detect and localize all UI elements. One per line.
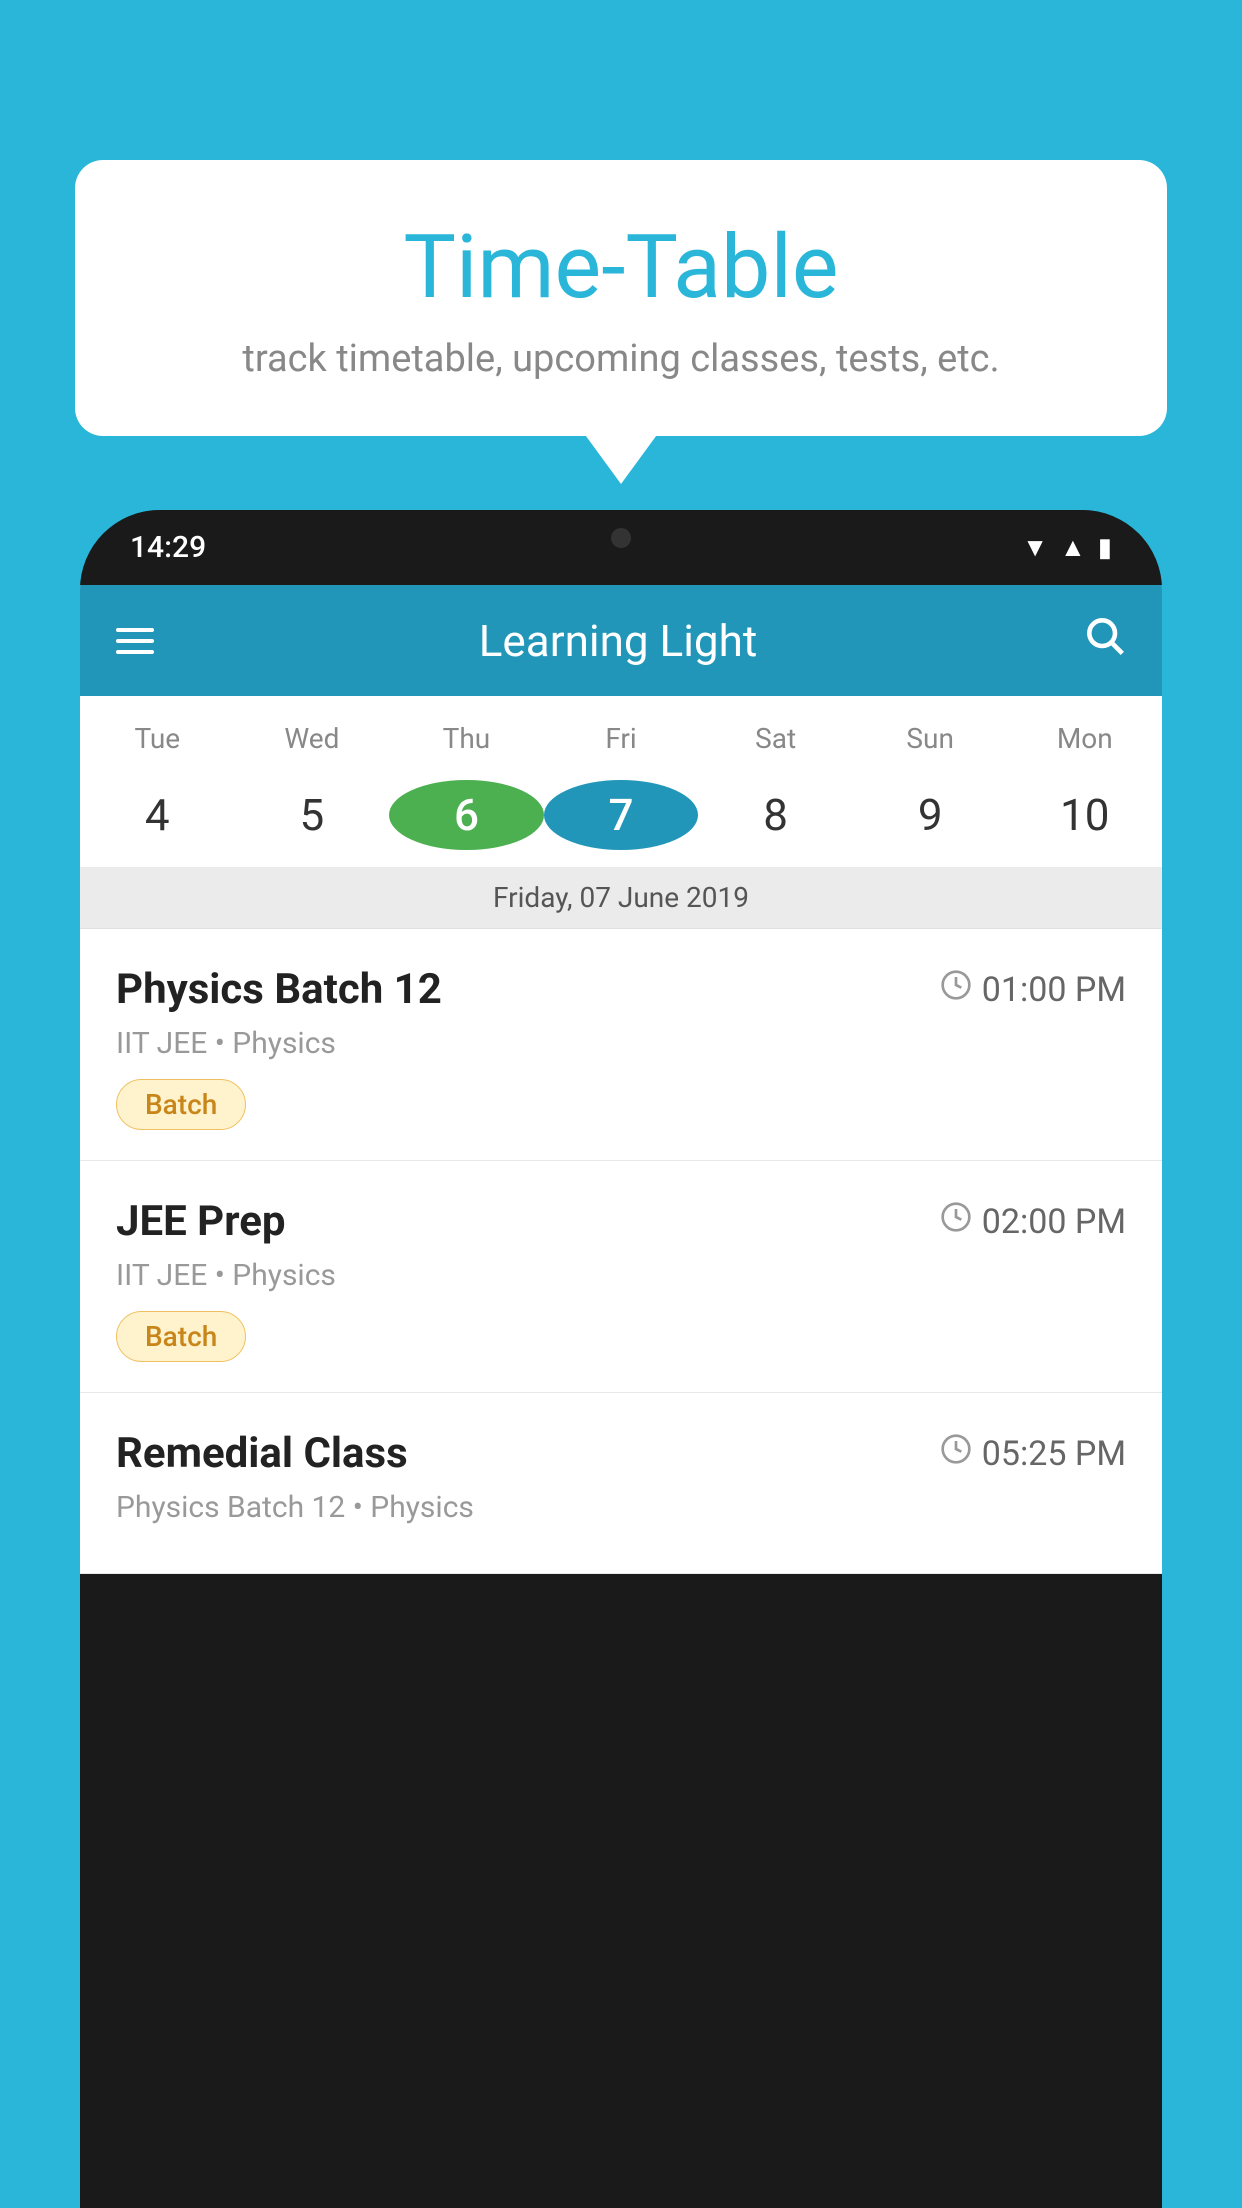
day-numbers: 4 5 6 7 8 9 10 [80,763,1162,867]
class-card-0[interactable]: Physics Batch 12 01:00 PM IIT JEE • Phys… [80,929,1162,1161]
class-time-0: 01:00 PM [940,969,1126,1010]
search-button[interactable] [1082,613,1126,668]
day-tue: Tue [80,714,235,763]
day-wed: Wed [235,714,390,763]
class-time-1: 02:00 PM [940,1201,1126,1242]
batch-tag-1: Batch [116,1311,246,1362]
phone-frame: 14:29 ▼ ▲ ▮ Learning Light [80,510,1162,2208]
day-sun: Sun [853,714,1008,763]
signal-icon: ▲ [1060,532,1086,563]
class-card-1[interactable]: JEE Prep 02:00 PM IIT JEE • Physics Batc… [80,1161,1162,1393]
status-icons: ▼ ▲ ▮ [1022,532,1112,563]
class-meta-1: IIT JEE • Physics [116,1258,1126,1293]
phone-time: 14:29 [130,530,206,565]
class-name-2: Remedial Class [116,1429,408,1478]
class-header-2: Remedial Class 05:25 PM [116,1429,1126,1478]
class-name-0: Physics Batch 12 [116,965,442,1014]
day-headers: Tue Wed Thu Fri Sat Sun Mon [80,696,1162,763]
date-5[interactable]: 5 [235,771,390,859]
date-7[interactable]: 7 [544,771,699,859]
status-bar: 14:29 ▼ ▲ ▮ [80,510,1162,585]
date-9[interactable]: 9 [853,771,1008,859]
bubble-subtitle: track timetable, upcoming classes, tests… [125,337,1117,381]
day-fri: Fri [544,714,699,763]
app-title: Learning Light [154,615,1082,667]
battery-icon: ▮ [1098,533,1112,563]
clock-icon-0 [940,969,972,1010]
date-6[interactable]: 6 [389,771,544,859]
class-meta-2: Physics Batch 12 • Physics [116,1490,1126,1525]
class-header-0: Physics Batch 12 01:00 PM [116,965,1126,1014]
date-4[interactable]: 4 [80,771,235,859]
phone-notch [541,510,701,565]
app-bar: Learning Light [80,585,1162,696]
wifi-icon: ▼ [1022,532,1048,563]
camera-dot [611,528,631,548]
calendar-strip: Tue Wed Thu Fri Sat Sun Mon 4 5 6 7 8 9 … [80,696,1162,929]
day-mon: Mon [1007,714,1162,763]
class-card-2[interactable]: Remedial Class 05:25 PM Physics Batch 12… [80,1393,1162,1574]
batch-tag-0: Batch [116,1079,246,1130]
classes-list: Physics Batch 12 01:00 PM IIT JEE • Phys… [80,929,1162,1574]
day-thu: Thu [389,714,544,763]
menu-button[interactable] [116,628,154,654]
class-name-1: JEE Prep [116,1197,286,1246]
class-header-1: JEE Prep 02:00 PM [116,1197,1126,1246]
day-sat: Sat [698,714,853,763]
selected-date-label: Friday, 07 June 2019 [80,867,1162,928]
date-8[interactable]: 8 [698,771,853,859]
clock-icon-2 [940,1433,972,1474]
speech-bubble: Time-Table track timetable, upcoming cla… [75,160,1167,436]
date-10[interactable]: 10 [1007,771,1162,859]
bubble-title: Time-Table [125,220,1117,317]
clock-icon-1 [940,1201,972,1242]
class-time-2: 05:25 PM [940,1433,1126,1474]
class-meta-0: IIT JEE • Physics [116,1026,1126,1061]
phone-screen: Learning Light Tue Wed Thu Fri Sat Sun M… [80,585,1162,1574]
